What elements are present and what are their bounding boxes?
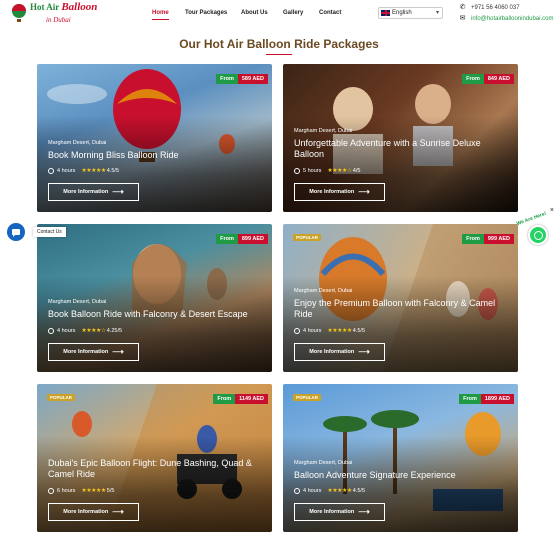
card-title: Book Balloon Ride with Falconry & Desert… <box>48 309 248 319</box>
nav-active-underline <box>152 19 169 20</box>
language-selected: English <box>392 10 412 16</box>
popular-badge: POPULAR <box>293 394 322 401</box>
arrow-right-icon: ⟶ <box>112 347 124 356</box>
site-header: Hot Air Balloon in Dubai Home Tour Packa… <box>0 0 558 30</box>
contact-us-tab[interactable]: Contact Us <box>33 227 66 237</box>
arrow-right-icon: ⟶ <box>358 507 370 516</box>
more-info-button[interactable]: More Information ⟶ <box>294 183 385 201</box>
card-meta: 4 hours ★★★★★ 4.5/5 <box>48 167 119 174</box>
star-rating-icon: ★★★★★ <box>327 488 352 494</box>
more-info-button[interactable]: More Information ⟶ <box>48 503 139 521</box>
popular-badge: POPULAR <box>293 234 322 241</box>
phone-link[interactable]: ✆ +971 56 4060 037 <box>458 4 520 12</box>
card-title: Enjoy the Premium Balloon with Falconry … <box>294 298 496 319</box>
chevron-down-icon: ▾ <box>435 10 439 16</box>
card-location: Margham Desert, Dubai <box>294 128 353 134</box>
whatsapp-icon[interactable] <box>528 225 548 245</box>
close-icon[interactable]: × <box>550 207 554 214</box>
chat-bubble-icon <box>12 229 20 237</box>
email-link[interactable]: ✉ info@hotairballoonindubai.com <box>458 15 554 23</box>
whatsapp-label: We Are Here! <box>515 210 548 228</box>
package-card[interactable]: From 849 AED Margham Desert, Dubai Unforg… <box>283 64 518 212</box>
card-location: Margham Desert, Dubai <box>294 460 353 466</box>
star-rating-icon: ★★★★☆ <box>327 168 352 174</box>
clock-icon <box>294 327 300 334</box>
nav-tour-packages[interactable]: Tour Packages <box>185 10 227 16</box>
card-title: Balloon Adventure Signature Experience <box>294 470 456 480</box>
nav-home[interactable]: Home <box>152 10 169 20</box>
arrow-right-icon: ⟶ <box>112 507 124 516</box>
whatsapp-icon: ✆ <box>459 4 466 11</box>
uk-flag-icon <box>381 10 390 16</box>
whatsapp-widget[interactable]: × We Are Here! <box>515 207 556 249</box>
card-meta: 4 hours ★★★★★ 4.5/5 <box>294 327 365 334</box>
price-badge: From 1899 AED <box>459 394 514 404</box>
price-badge: From 899 AED <box>216 234 268 244</box>
package-card[interactable]: From 589 AED Margham Desert, Dubai Book M… <box>37 64 272 212</box>
star-rating-icon: ★★★★☆ <box>81 328 106 334</box>
title-divider <box>266 54 292 55</box>
price-badge: From 589 AED <box>216 74 268 84</box>
logo-text: Hot Air Balloon <box>30 1 98 13</box>
arrow-right-icon: ⟶ <box>358 347 370 356</box>
package-card[interactable]: From 899 AED Margham Desert, Dubai Book B… <box>37 224 272 372</box>
package-card[interactable]: POPULAR From 1149 AED Dubai's Epic Balloo… <box>37 384 272 532</box>
star-rating-icon: ★★★★★ <box>81 488 106 494</box>
email-text: info@hotairballoonindubai.com <box>471 16 554 22</box>
more-info-button[interactable]: More Information ⟶ <box>48 343 139 361</box>
site-logo[interactable]: Hot Air Balloon in Dubai <box>10 1 97 27</box>
card-meta: 4 hours ★★★★★ 4.5/5 <box>294 487 365 494</box>
card-title: Unforgettable Adventure with a Sunrise D… <box>294 138 481 159</box>
nav-contact[interactable]: Contact <box>319 10 341 16</box>
card-location: Margham Desert, Dubai <box>48 140 107 146</box>
price-badge: From 849 AED <box>462 74 514 84</box>
nav-about-us[interactable]: About Us <box>241 10 268 16</box>
more-info-button[interactable]: More Information ⟶ <box>294 503 385 521</box>
arrow-right-icon: ⟶ <box>112 187 124 196</box>
card-title: Dubai's Epic Balloon Flight: Dune Bashin… <box>48 458 252 479</box>
price-badge: From 999 AED <box>462 234 514 244</box>
page-title: Our Hot Air Balloon Ride Packages <box>179 37 379 51</box>
clock-icon <box>294 487 300 494</box>
card-meta: 4 hours ★★★★☆ 4.25/5 <box>48 327 122 334</box>
popular-badge: POPULAR <box>47 394 76 401</box>
email-icon: ✉ <box>459 15 466 22</box>
card-location: Margham Desert, Dubai <box>294 288 353 294</box>
star-rating-icon: ★★★★★ <box>81 168 106 174</box>
language-select[interactable]: English ▾ <box>378 7 443 19</box>
phone-text: +971 56 4060 037 <box>471 5 520 11</box>
clock-icon <box>48 327 54 334</box>
nav-gallery[interactable]: Gallery <box>283 10 303 16</box>
clock-icon <box>48 167 54 174</box>
arrow-right-icon: ⟶ <box>358 187 370 196</box>
more-info-button[interactable]: More Information ⟶ <box>48 183 139 201</box>
star-rating-icon: ★★★★★ <box>327 328 352 334</box>
clock-icon <box>48 487 54 494</box>
clock-icon <box>294 167 300 174</box>
balloon-logo-icon <box>12 4 26 22</box>
more-info-button[interactable]: More Information ⟶ <box>294 343 385 361</box>
chat-button[interactable] <box>7 223 25 241</box>
card-title: Book Morning Bliss Balloon Ride <box>48 150 179 160</box>
package-card[interactable]: POPULAR From 1899 AED Margham Desert, Dub… <box>283 384 518 532</box>
package-card[interactable]: POPULAR From 999 AED Margham Desert, Duba… <box>283 224 518 372</box>
card-meta: 6 hours ★★★★★ 5/5 <box>48 487 114 494</box>
card-meta: 5 hours ★★★★☆ 4/5 <box>294 167 360 174</box>
logo-subtext: in Dubai <box>46 16 71 24</box>
card-location: Margham Desert, Dubai <box>48 299 107 305</box>
price-badge: From 1149 AED <box>213 394 268 404</box>
